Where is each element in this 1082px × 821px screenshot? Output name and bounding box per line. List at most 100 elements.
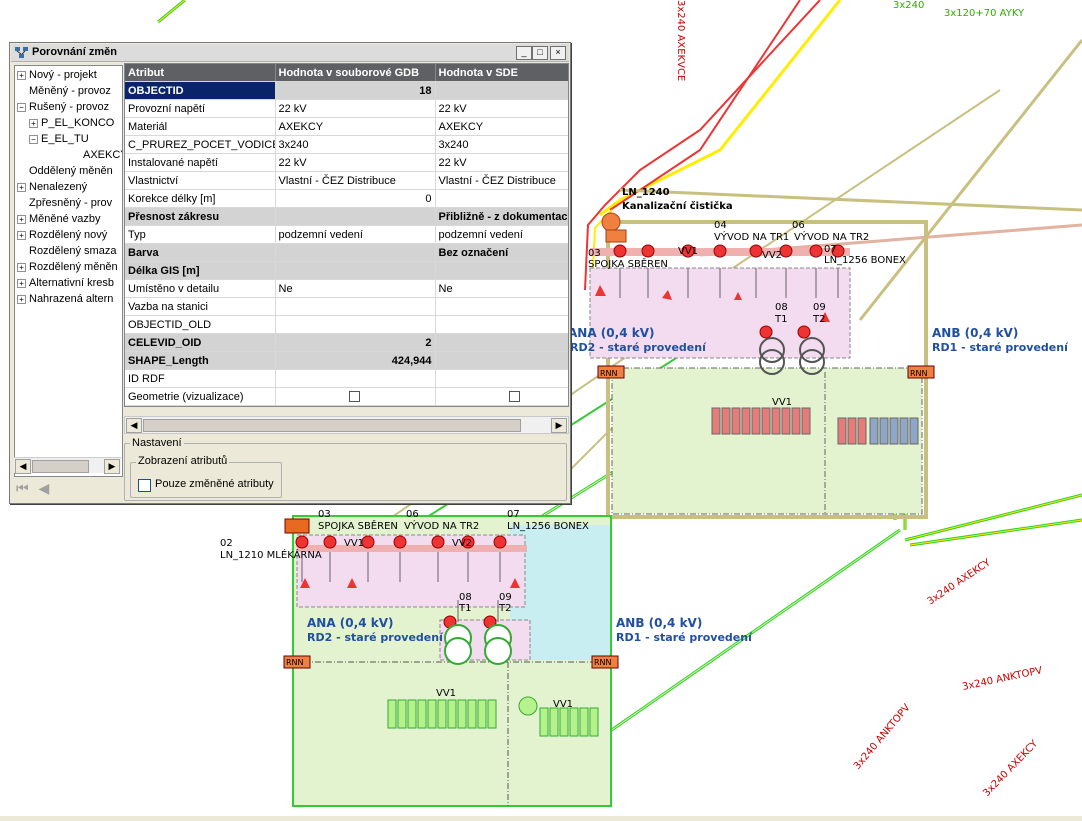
table-row[interactable]: Instalované napětí 22 kV 22 kV	[125, 153, 568, 172]
minimize-button[interactable]: _	[516, 46, 532, 60]
tree-item-label: P_EL_KONCO	[41, 117, 115, 129]
compare-changes-dialog[interactable]: Porovnání změn _ □ × + Nový - projekt Měně…	[9, 42, 571, 504]
scroll-right-icon[interactable]: ▶	[104, 459, 120, 474]
cell-sde-value	[435, 369, 568, 388]
tree-item[interactable]: − E_EL_TU	[29, 131, 89, 147]
table-row[interactable]: OBJECTID_OLD	[125, 315, 568, 334]
expand-icon[interactable]: +	[29, 118, 38, 128]
tree-item[interactable]: + P_EL_KONCO	[29, 115, 114, 131]
tree-item[interactable]: + Nahrazená altern	[17, 291, 113, 307]
changed-only-label[interactable]: Pouze změněné atributy	[155, 478, 274, 490]
change-tree[interactable]: + Nový - projekt Měněný - provoz − Rušený - …	[14, 65, 123, 477]
expand-icon[interactable]: +	[17, 262, 26, 272]
cable-label: 3x240 AXEKCY	[981, 738, 1041, 799]
tree-horizontal-scrollbar[interactable]: ◀ ▶	[14, 457, 121, 474]
status-strip	[0, 816, 1082, 821]
close-button[interactable]: ×	[550, 46, 566, 60]
table-row[interactable]: Barva Bez označení	[125, 243, 568, 262]
cell-gdb-value: 18	[275, 81, 436, 100]
cell-sde-value: 22 kV	[435, 99, 568, 118]
ana-sub-label: RD2 - staré provedení	[570, 341, 707, 354]
prev-record-icon[interactable]: ◀	[39, 480, 50, 496]
tree-item-label: Zpřesněný - prov	[29, 197, 113, 209]
cable-label: 3x240 ANKTOPV	[961, 665, 1043, 693]
tree-item[interactable]: + Nový - projekt	[17, 67, 97, 83]
expand-icon[interactable]: +	[17, 70, 26, 80]
tree-item[interactable]: Zpřesněný - prov	[17, 195, 112, 211]
column-header-sde[interactable]: Hodnota v SDE	[435, 64, 568, 82]
column-header-gdb[interactable]: Hodnota v souborové GDB	[275, 64, 436, 82]
table-row[interactable]: Provozní napětí 22 kV 22 kV	[125, 99, 568, 118]
table-row[interactable]: Délka GIS [m] 424	[125, 261, 568, 280]
expand-icon[interactable]: +	[17, 214, 26, 224]
tree-item[interactable]: + Rozdělený měněn	[17, 259, 118, 275]
table-row[interactable]: CELEVID_OID25	[125, 333, 568, 352]
field-label: VÝVOD NA TR2	[794, 230, 869, 243]
tree-item[interactable]: Oddělený měněn	[17, 163, 113, 179]
table-row[interactable]: Geometrie (vizualizace)	[125, 387, 568, 406]
lower-station[interactable]: 02 03 06 07 08 09 LN_1210 MLÉKÁRNA SPOJK…	[220, 509, 753, 807]
scroll-thumb[interactable]	[143, 419, 521, 432]
record-navigator[interactable]: ⏮ ◀	[16, 480, 56, 496]
tree-item-label: E_EL_TU	[41, 133, 89, 145]
anb-label: ANB (0,4 kV)	[932, 326, 1018, 340]
table-row[interactable]: C_PRUREZ_POCET_VODICE 3x240 3x240	[125, 135, 568, 154]
table-row[interactable]: OBJECTID1861	[125, 81, 568, 100]
settings-group-label: Nastavení	[130, 437, 184, 449]
cell-attribute: Provozní napětí	[125, 99, 276, 118]
scroll-thumb[interactable]	[32, 460, 89, 473]
tree-item-label: Rozdělený měněn	[29, 261, 118, 273]
geometry-checkbox[interactable]	[508, 391, 520, 403]
expand-icon[interactable]: +	[17, 294, 26, 304]
expand-icon[interactable]: +	[17, 230, 26, 240]
cell-attribute: Vazba na stanici	[125, 297, 276, 316]
table-row[interactable]: Vazba na stanici	[125, 297, 568, 316]
geometry-checkbox[interactable]	[348, 391, 360, 403]
cell-attribute: Geometrie (vizualizace)	[125, 387, 276, 406]
tree-item[interactable]: AXEKCY 3	[71, 147, 123, 163]
table-row[interactable]: ID RDF	[125, 369, 568, 388]
grid-horizontal-scrollbar[interactable]: ◀ ▶	[124, 416, 569, 434]
dialog-titlebar[interactable]: Porovnání změn _ □ ×	[11, 44, 569, 62]
table-row[interactable]: SHAPE_Length424,944424	[125, 351, 568, 370]
cell-sde-value: 424	[435, 351, 568, 370]
expand-icon[interactable]: +	[17, 278, 26, 288]
tree-item[interactable]: Měněný - provoz	[17, 83, 111, 99]
expand-icon[interactable]: +	[17, 182, 26, 192]
anb-sub-label: RD1 - staré provedení	[616, 631, 753, 644]
scroll-left-icon[interactable]: ◀	[126, 418, 142, 433]
anb-label: ANB (0,4 kV)	[616, 616, 702, 630]
cell-attribute: Materiál	[125, 117, 276, 136]
tree-item-label: AXEKCY 3	[83, 149, 123, 161]
attribute-grid[interactable]: Atribut Hodnota v souborové GDB Hodnota …	[124, 63, 569, 407]
collapse-icon[interactable]: −	[17, 102, 26, 112]
tree-item[interactable]: + Nenalezený	[17, 179, 87, 195]
tree-item-label: Alternativní kresb	[29, 277, 114, 289]
changed-only-checkbox[interactable]	[138, 479, 151, 492]
maximize-button[interactable]: □	[532, 46, 548, 60]
upper-station[interactable]: LN_1240 Kanalizační čistička 03 04 06 07…	[568, 187, 1069, 519]
table-row[interactable]: Přesnost zákresu Přibližně - z dokumentac…	[125, 207, 568, 226]
field-number: 03	[588, 248, 601, 259]
scroll-left-icon[interactable]: ◀	[15, 459, 31, 474]
tree-item[interactable]: − Rušený - provoz	[17, 99, 109, 115]
cell-gdb-value: 22 kV	[275, 153, 436, 172]
tree-item-label: Rozdělený smaza	[29, 245, 117, 257]
table-row[interactable]: Typ podzemní vedení podzemní vedení	[125, 225, 568, 244]
tree-item[interactable]: + Měněné vazby	[17, 211, 101, 227]
cell-gdb-value	[275, 243, 436, 262]
first-record-icon[interactable]: ⏮	[16, 480, 29, 496]
tree-item[interactable]: + Alternativní kresb	[17, 275, 114, 291]
cell-attribute: Umístěno v detailu	[125, 279, 276, 298]
column-header-attribute[interactable]: Atribut	[125, 64, 276, 82]
cell-sde-value: AXEKCY	[435, 117, 568, 136]
tree-item[interactable]: + Rozdělený nový	[17, 227, 107, 243]
table-row[interactable]: Vlastnictví Vlastní - ČEZ Distribuce Vlast…	[125, 171, 568, 190]
table-row[interactable]: Materiál AXEKCY AXEKCY	[125, 117, 568, 136]
scroll-right-icon[interactable]: ▶	[551, 418, 567, 433]
tree-item[interactable]: Rozdělený smaza	[17, 243, 116, 259]
collapse-icon[interactable]: −	[29, 134, 38, 144]
rnn-label: RNN	[910, 369, 928, 378]
table-row[interactable]: Korekce délky [m] 0	[125, 189, 568, 208]
table-row[interactable]: Umístěno v detailu Ne Ne	[125, 279, 568, 298]
